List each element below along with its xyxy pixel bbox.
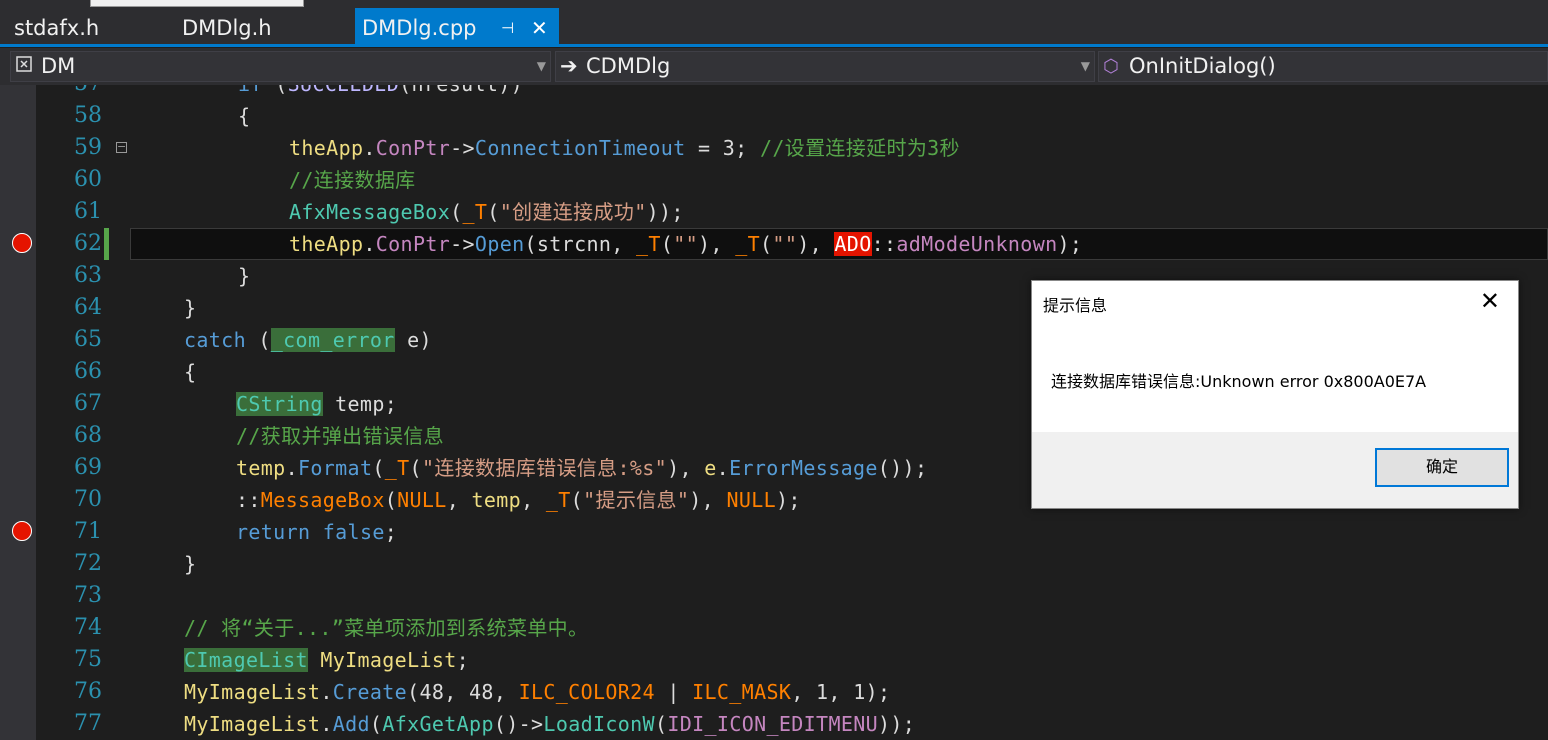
code-text: theApp.ConPtr->Open(strcnn, _T(""), _T("… <box>289 232 1083 256</box>
line-number: 61 <box>74 199 102 224</box>
project-dropdown[interactable]: DM ▼ <box>10 51 551 82</box>
line-number: 59 <box>74 135 102 160</box>
line-number: 70 <box>74 487 102 512</box>
code-text: MyImageList.Create(48, 48, ILC_COLOR24 |… <box>184 680 891 704</box>
code-comment: //连接数据库 <box>289 168 416 192</box>
code-line: 57 if (SUCCEEDED(hresult)) <box>0 85 1548 100</box>
line-number: 57 <box>36 85 102 100</box>
code-text: if (SUCCEEDED(hresult)) <box>238 85 523 100</box>
code-comment: //获取并弹出错误信息 <box>236 424 444 448</box>
code-line: 72 } <box>0 548 1548 580</box>
line-number: 60 <box>74 167 102 192</box>
arrow-right-icon: ➔ <box>560 54 578 78</box>
line-number: 65 <box>74 327 102 352</box>
document-tab-bar: stdafx.h DMDlg.h DMDlg.cpp ⊣ ✕ <box>0 8 1548 46</box>
code-text: ::MessageBox(NULL, temp, _T("提示信息"), NUL… <box>236 488 801 512</box>
dialog-title: 提示信息 <box>1043 296 1108 315</box>
code-line: 77 MyImageList.Add(AfxGetApp()->LoadIcon… <box>0 708 1548 740</box>
member-dropdown[interactable]: ⬡ OnInitDialog() <box>1098 51 1548 82</box>
class-name: CDMDlg <box>586 54 671 78</box>
tab-label: DMDlg.h <box>182 16 272 40</box>
code-text: catch (_com_error e) <box>184 328 432 352</box>
line-number: 66 <box>74 359 102 384</box>
code-line: 62 theApp.ConPtr->Open(strcnn, _T(""), _… <box>0 228 1548 260</box>
tab-dmdlg-h[interactable]: DMDlg.h <box>182 8 272 45</box>
code-text: theApp.ConPtr->ConnectionTimeout = 3; //… <box>289 136 960 160</box>
search-box-edge[interactable] <box>90 0 304 7</box>
code-comment: // 将“关于...”菜单项添加到系统菜单中。 <box>184 616 589 640</box>
code-line: 59 − theApp.ConPtr->ConnectionTimeout = … <box>0 132 1548 164</box>
line-number: 62 <box>74 231 102 256</box>
code-text: MyImageList.Add(AfxGetApp()->LoadIconW(I… <box>184 712 916 736</box>
navigation-bar: DM ▼ ➔ CDMDlg ▼ ⬡ OnInitDialog() <box>0 48 1548 85</box>
code-text: CImageList MyImageList; <box>184 648 470 672</box>
code-text: CString temp; <box>236 392 398 416</box>
code-text: } <box>238 264 251 288</box>
line-number: 64 <box>74 295 102 320</box>
code-line: 75 CImageList MyImageList; <box>0 644 1548 676</box>
code-text: { <box>184 360 197 384</box>
code-line: 73 <box>0 580 1548 612</box>
code-text: AfxMessageBox(_T("创建连接成功")); <box>289 200 684 224</box>
line-number: 63 <box>74 263 102 288</box>
dialog-footer: 确定 <box>1032 432 1518 508</box>
line-number: 73 <box>74 583 102 608</box>
tab-dmdlg-cpp[interactable]: DMDlg.cpp ⊣ ✕ <box>355 8 559 45</box>
code-line: 60 //连接数据库 <box>0 164 1548 196</box>
breakpoint-icon[interactable] <box>12 521 32 541</box>
code-text: } <box>184 296 197 320</box>
tab-label: stdafx.h <box>14 16 100 40</box>
tab-label: DMDlg.cpp <box>362 16 477 40</box>
change-indicator <box>104 228 109 260</box>
message-box-dialog: 提示信息 ✕ 连接数据库错误信息:Unknown error 0x800A0E7… <box>1031 280 1519 509</box>
line-number: 71 <box>74 519 102 544</box>
method-cube-icon: ⬡ <box>1103 56 1119 77</box>
code-text: temp.Format(_T("连接数据库错误信息:%s"), e.ErrorM… <box>236 456 928 480</box>
code-line: 61 AfxMessageBox(_T("创建连接成功")); <box>0 196 1548 228</box>
top-strip <box>0 0 1548 8</box>
code-line: 74 // 将“关于...”菜单项添加到系统菜单中。 <box>0 612 1548 644</box>
class-dropdown[interactable]: ➔ CDMDlg ▼ <box>555 51 1095 82</box>
line-number: 77 <box>74 711 102 736</box>
code-text: { <box>238 104 251 128</box>
line-number: 68 <box>74 423 102 448</box>
project-icon <box>15 52 35 81</box>
code-line: 71 return false; <box>0 516 1548 548</box>
line-number: 74 <box>74 615 102 640</box>
chevron-down-icon: ▼ <box>1080 59 1090 73</box>
breakpoint-icon[interactable] <box>12 233 32 253</box>
code-text: return false; <box>236 520 398 544</box>
tab-accent-line <box>0 44 1548 47</box>
pin-icon[interactable]: ⊣ <box>501 8 514 48</box>
line-number: 69 <box>74 455 102 480</box>
collapse-toggle[interactable]: − <box>116 141 127 153</box>
dialog-message: 连接数据库错误信息:Unknown error 0x800A0E7A <box>1051 372 1427 391</box>
close-icon[interactable]: ✕ <box>531 8 548 48</box>
tab-stdafx-h[interactable]: stdafx.h <box>14 8 99 45</box>
line-number: 75 <box>74 647 102 672</box>
line-number: 58 <box>74 103 102 128</box>
member-name: OnInitDialog() <box>1129 54 1276 78</box>
project-name: DM <box>41 54 76 78</box>
ok-button[interactable]: 确定 <box>1375 448 1509 487</box>
line-number: 72 <box>74 551 102 576</box>
chevron-down-icon: ▼ <box>536 59 546 73</box>
line-number: 67 <box>74 391 102 416</box>
close-icon[interactable]: ✕ <box>1480 287 1500 315</box>
code-line: 58 { <box>0 100 1548 132</box>
line-number: 76 <box>74 679 102 704</box>
code-text: } <box>184 552 197 576</box>
code-line: 76 MyImageList.Create(48, 48, ILC_COLOR2… <box>0 676 1548 708</box>
